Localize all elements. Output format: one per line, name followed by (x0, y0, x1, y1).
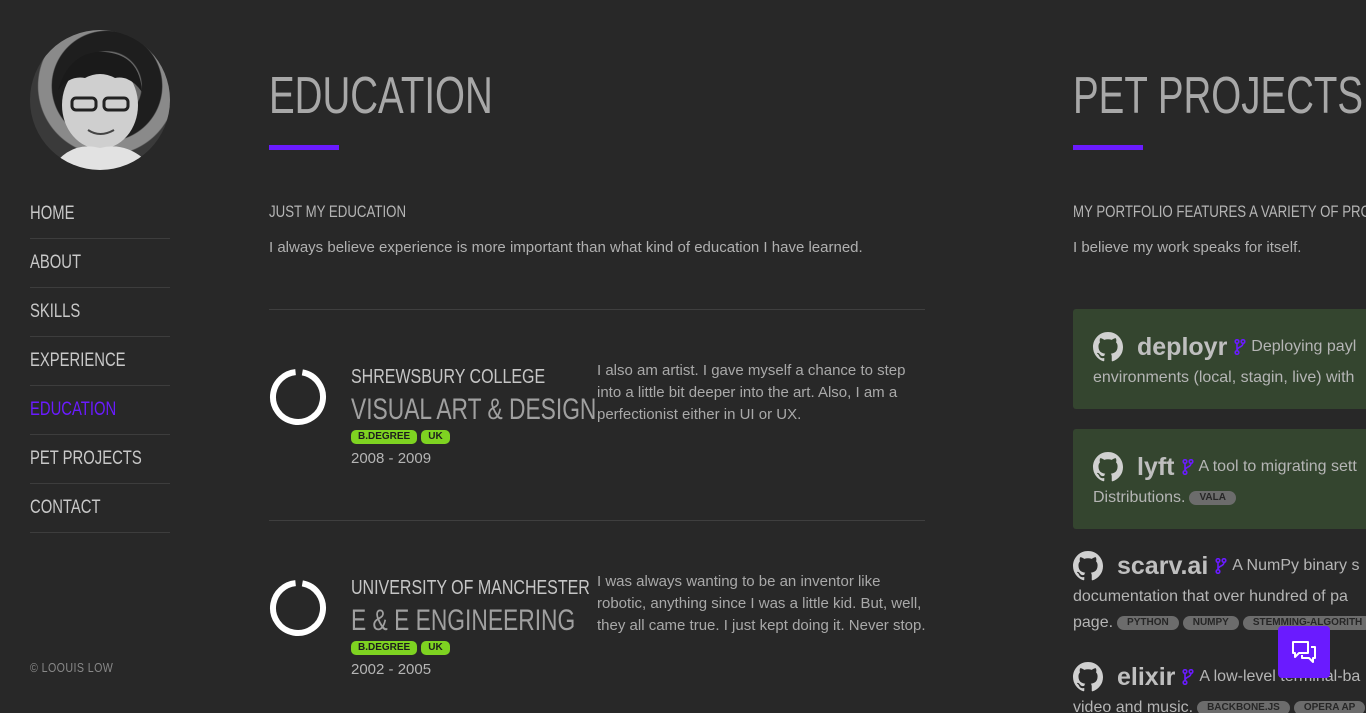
divider (269, 309, 925, 310)
progress-ring-icon (270, 580, 326, 636)
main-nav: HOME ABOUT SKILLS EXPERIENCE EDUCATION P… (30, 190, 170, 533)
nav-item-education[interactable]: EDUCATION (30, 386, 170, 435)
badge-list: B.DEGREE UK (351, 430, 450, 444)
education-description: I also am artist. I gave myself a chance… (597, 362, 906, 423)
degree-name: VISUAL ART & DESIGN (351, 393, 597, 426)
nav-item-contact[interactable]: CONTACT (30, 484, 170, 533)
project-description: A NumPy binary s (1232, 557, 1360, 574)
nav-item-experience[interactable]: EXPERIENCE (30, 337, 170, 386)
school-name: SHREWSBURY COLLEGE (351, 366, 546, 388)
fork-icon (1215, 558, 1227, 574)
country-badge: UK (421, 641, 450, 655)
tech-tag: OPERA AP (1293, 700, 1366, 713)
chat-button[interactable] (1278, 626, 1330, 678)
tech-tag: NUMPY (1182, 615, 1239, 630)
project-name[interactable]: lyft (1137, 453, 1175, 482)
avatar (30, 30, 170, 170)
project-description-cont: environments (local, stagin, live) with (1093, 369, 1355, 386)
sidebar: HOME ABOUT SKILLS EXPERIENCE EDUCATION P… (30, 30, 170, 533)
years: 2008 - 2009 (351, 450, 432, 467)
project-description-cont: documentation that over hundred of pa (1073, 588, 1348, 605)
github-icon[interactable] (1093, 452, 1123, 482)
tech-tag: BACKBONE.JS (1197, 700, 1290, 713)
projects-underline (1073, 145, 1143, 150)
education-title: EDUCATION (269, 67, 493, 125)
project-scarv-ai[interactable]: scarv.ai A NumPy binary s documentation … (1073, 548, 1366, 636)
chat-icon (1292, 641, 1316, 663)
github-icon[interactable] (1073, 551, 1103, 581)
projects-intro: I believe my work speaks for itself. (1073, 239, 1302, 256)
tech-tag: PYTHON (1117, 615, 1179, 630)
github-icon[interactable] (1093, 332, 1123, 362)
nav-item-skills[interactable]: SKILLS (30, 288, 170, 337)
copyright: © LOOUIS LOW (30, 660, 114, 675)
project-card-deployr[interactable]: deployr Deploying payl environments (loc… (1073, 309, 1366, 409)
tech-tag: VALA (1189, 490, 1236, 505)
project-name[interactable]: scarv.ai (1117, 552, 1208, 581)
github-icon[interactable] (1073, 662, 1103, 692)
degree-badge: B.DEGREE (351, 430, 418, 444)
country-badge: UK (421, 430, 450, 444)
fork-icon (1234, 339, 1246, 355)
fork-icon (1182, 669, 1194, 685)
years: 2002 - 2005 (351, 661, 432, 678)
nav-item-home[interactable]: HOME (30, 190, 170, 239)
project-card-lyft[interactable]: lyft A tool to migrating sett Distributi… (1073, 429, 1366, 529)
project-name[interactable]: deployr (1137, 333, 1227, 362)
divider (269, 520, 925, 521)
education-intro: I always believe experience is more impo… (269, 239, 863, 256)
degree-name: E & E ENGINEERING (351, 604, 576, 637)
project-name[interactable]: elixir (1117, 663, 1175, 692)
projects-subhead: MY PORTFOLIO FEATURES A VARIETY OF PROJE… (1073, 202, 1366, 221)
fork-icon (1181, 459, 1194, 475)
nav-item-about[interactable]: ABOUT (30, 239, 170, 288)
projects-title: PET PROJECTS (1073, 67, 1364, 125)
degree-badge: B.DEGREE (351, 641, 418, 655)
project-description: A tool to migrating sett (1198, 458, 1357, 475)
education-underline (269, 145, 339, 150)
project-description-cont: video and music. BACKBONE.JS OPERA AP (1073, 695, 1366, 713)
project-description: Deploying payl (1251, 338, 1357, 355)
badge-list: B.DEGREE UK (351, 641, 450, 655)
education-subhead: JUST MY EDUCATION (269, 202, 407, 221)
education-description: I was always wanting to be an inventor l… (597, 573, 926, 634)
school-name: UNIVERSITY OF MANCHESTER (351, 577, 590, 599)
nav-item-pet-projects[interactable]: PET PROJECTS (30, 435, 170, 484)
progress-ring-icon (270, 369, 326, 425)
project-description-cont: Distributions. VALA (1093, 485, 1366, 511)
